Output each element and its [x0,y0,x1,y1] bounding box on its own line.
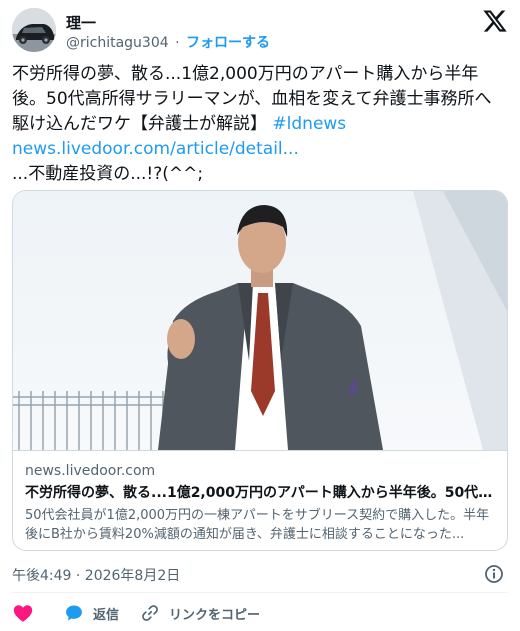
reply-bubble-icon [64,603,84,623]
display-name[interactable]: 理一 [66,12,96,33]
link-card[interactable]: news.livedoor.com 不労所得の夢、散る...1億2,000万円の… [12,190,508,551]
tweet-body: 不労所得の夢、散る...1億2,000万円のアパート購入から半年後。50代高所得… [12,64,492,134]
avatar[interactable] [12,8,56,52]
card-domain: news.livedoor.com [25,463,156,479]
handle-row: @richitagu304 · フォローする [66,32,270,52]
reply-label: 返信 [93,607,120,623]
card-image [13,191,507,450]
meta-row: 午後4:49 · 2026年8月2日 [12,563,508,585]
article-link[interactable]: news.livedoor.com/article/detail... [12,139,299,159]
divider [12,592,508,593]
link-icon [140,603,160,623]
heart-icon [12,602,34,624]
card-title: 不労所得の夢、散る...1億2,000万円のアパート購入から半年後。50代高所得… [25,485,495,501]
copy-link-label: リンクをコピー [169,607,261,623]
follow-button[interactable]: フォローする [186,35,270,51]
timestamp[interactable]: 午後4:49 · 2026年8月2日 [12,565,180,585]
tweet-text: 不労所得の夢、散る...1億2,000万円のアパート購入から半年後。50代高所得… [12,62,508,187]
tweet-comment: ...不動産投資の...!?(^^; [12,164,204,184]
card-description: 50代会社員が1億2,000万円の一棟アパートをサブリース契約で購入した。半年後… [25,508,490,542]
copy-link-button[interactable]: リンクをコピー [140,600,260,626]
reply-button[interactable]: 返信 [64,600,119,626]
tweet-header: 理一 @richitagu304 · フォローする [12,8,508,56]
hashtag-link[interactable]: #ldnews [272,114,346,134]
x-logo-icon[interactable] [482,8,508,34]
user-handle[interactable]: @richitagu304 [66,35,169,51]
card-meta: news.livedoor.com 不労所得の夢、散る...1億2,000万円の… [13,450,507,550]
info-icon[interactable] [484,564,504,584]
separator-dot: · [175,35,180,51]
action-bar: 返信 リンクをコピー [12,600,508,626]
like-button[interactable] [12,600,34,626]
